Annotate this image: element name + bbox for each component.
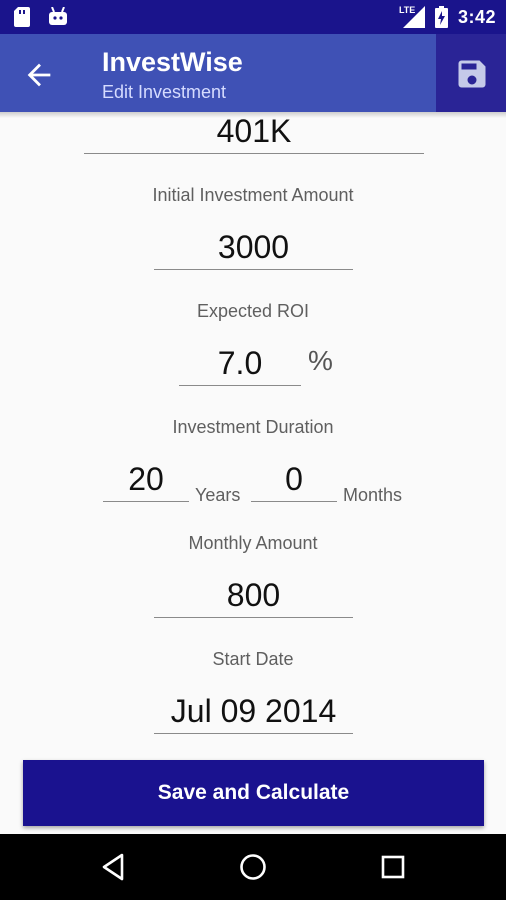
start-date-label: Start Date	[212, 649, 294, 669]
duration-months-input[interactable]: 0	[251, 457, 337, 502]
sd-card-icon	[14, 7, 30, 27]
android-icon	[49, 7, 67, 25]
home-circle-icon[interactable]	[237, 851, 269, 883]
battery-icon	[434, 6, 448, 28]
back-triangle-icon[interactable]	[98, 851, 130, 883]
floppy-disk-icon[interactable]	[454, 56, 490, 92]
save-and-calculate-button[interactable]: Save and Calculate	[23, 760, 484, 826]
status-time: 3:42	[457, 6, 496, 27]
arrow-back-icon[interactable]	[22, 58, 56, 92]
monthly-amount-label: Monthly Amount	[188, 533, 318, 553]
save-action-area[interactable]	[436, 34, 506, 112]
duration-label: Investment Duration	[172, 417, 334, 437]
app-bar: InvestWise Edit Investment	[0, 34, 506, 112]
roi-input[interactable]: 7.0	[179, 341, 301, 386]
months-unit-label: Months	[343, 485, 403, 505]
years-unit-label: Years	[195, 485, 241, 505]
initial-amount-input[interactable]: 3000	[154, 225, 353, 270]
roi-label: Expected ROI	[196, 301, 310, 321]
app-bar-titles: InvestWise Edit Investment	[102, 46, 243, 104]
monthly-amount-input[interactable]: 800	[154, 573, 353, 618]
initial-amount-label: Initial Investment Amount	[152, 185, 354, 205]
recents-square-icon[interactable]	[377, 851, 409, 883]
app-subtitle: Edit Investment	[102, 82, 227, 102]
navigation-bar	[0, 834, 506, 900]
status-bar: LTE 3:42	[0, 0, 506, 34]
signal-icon: LTE	[398, 5, 425, 28]
investment-name-input[interactable]: 401K	[84, 109, 424, 154]
duration-years-input[interactable]: 20	[103, 457, 189, 502]
roi-percent-unit: %	[308, 345, 333, 376]
app-title: InvestWise	[102, 47, 243, 77]
start-date-input[interactable]: Jul 09 2014	[154, 689, 353, 734]
network-type-label: LTE	[398, 5, 416, 15]
